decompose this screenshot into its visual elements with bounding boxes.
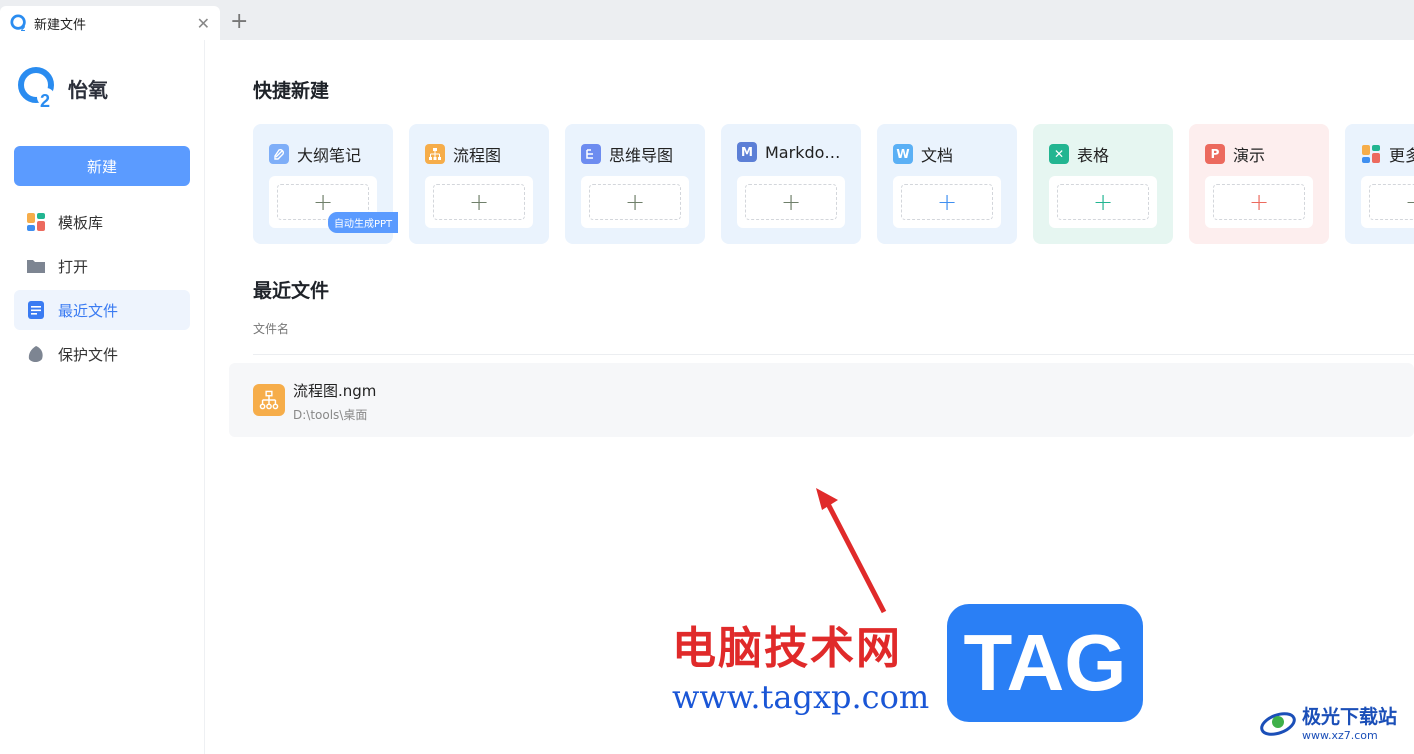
watermark-site-url: www.tagxp.com [672, 678, 930, 716]
watermark-tag-logo: TAG [947, 604, 1143, 722]
watermark-site-cn: 电脑技术网 [672, 623, 902, 674]
watermark-xz-name: 极光下载站 [1302, 706, 1398, 728]
watermark-xz-logo: 极光下载站 www.xz7.com [1258, 702, 1397, 742]
watermark-xz-url: www.xz7.com [1302, 729, 1378, 742]
aurora-logo-icon [1260, 712, 1296, 736]
